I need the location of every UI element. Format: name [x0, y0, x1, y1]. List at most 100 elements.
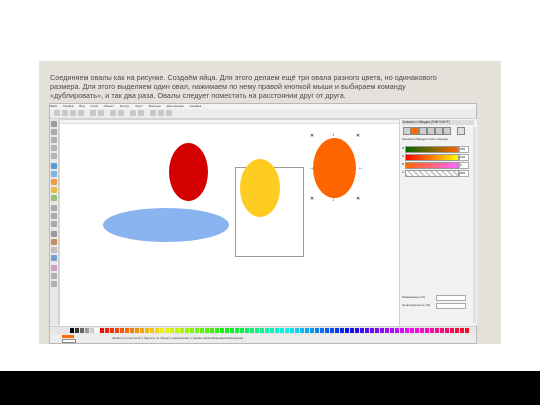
menu-item-edit[interactable]: Правка: [63, 104, 73, 108]
menu-item-view[interactable]: Вид: [79, 104, 84, 108]
spray-tool-icon[interactable]: [51, 239, 57, 245]
menu-item-text[interactable]: Текст: [135, 104, 143, 108]
palette-swatch[interactable]: [420, 328, 424, 333]
palette-swatch[interactable]: [100, 328, 104, 333]
unset-paint-button[interactable]: [457, 127, 465, 135]
palette-swatch[interactable]: [90, 328, 94, 333]
red-oval[interactable]: [169, 143, 208, 201]
menu-item-extensions[interactable]: Дополнения: [167, 104, 184, 108]
selection-handle-top-left[interactable]: ✕: [310, 134, 314, 139]
status-stroke-indicator[interactable]: [62, 339, 76, 343]
selection-handle-top-right[interactable]: ✕: [356, 134, 360, 139]
palette-swatch[interactable]: [290, 328, 294, 333]
g-value[interactable]: 102: [459, 154, 469, 161]
palette-swatch[interactable]: [205, 328, 209, 333]
palette-swatch[interactable]: [295, 328, 299, 333]
palette-swatch[interactable]: [425, 328, 429, 333]
connector-tool-icon[interactable]: [51, 281, 57, 287]
ellipse-tool-icon[interactable]: [51, 179, 57, 185]
palette-swatch[interactable]: [280, 328, 284, 333]
spiral-tool-icon[interactable]: [51, 195, 57, 201]
orange-oval[interactable]: [313, 138, 356, 198]
node-tool-icon[interactable]: [51, 129, 57, 135]
selection-handle-bottom-right[interactable]: ✕: [356, 197, 360, 202]
selection-handle-left[interactable]: ↔: [309, 166, 314, 171]
palette-swatch[interactable]: [315, 328, 319, 333]
selection-handle-bottom-left[interactable]: ✕: [310, 197, 314, 202]
measure-tool-icon[interactable]: [51, 153, 57, 159]
palette-swatch[interactable]: [120, 328, 124, 333]
status-fill-indicator[interactable]: [62, 335, 74, 338]
palette-swatch[interactable]: [115, 328, 119, 333]
palette-swatch[interactable]: [375, 328, 379, 333]
eraser-tool-icon[interactable]: [51, 247, 57, 253]
palette-swatch[interactable]: [310, 328, 314, 333]
yellow-oval[interactable]: [240, 159, 280, 217]
palette-swatch[interactable]: [230, 328, 234, 333]
drawing-canvas[interactable]: ✕ ↕ ✕ ↔ ↔ ✕ ↕ ✕: [59, 119, 400, 327]
palette-swatch[interactable]: [130, 328, 134, 333]
b-value[interactable]: 0: [459, 162, 469, 169]
palette-swatch[interactable]: [245, 328, 249, 333]
text-tool-icon[interactable]: [51, 231, 57, 237]
palette-swatch[interactable]: [285, 328, 289, 333]
palette-swatch[interactable]: [460, 328, 464, 333]
palette-swatch[interactable]: [370, 328, 374, 333]
palette-swatch[interactable]: [410, 328, 414, 333]
star-tool-icon[interactable]: [51, 187, 57, 193]
save-icon[interactable]: [70, 110, 76, 116]
palette-swatch[interactable]: [155, 328, 159, 333]
palette-swatch[interactable]: [80, 328, 84, 333]
palette-swatch[interactable]: [355, 328, 359, 333]
redo-icon[interactable]: [98, 110, 104, 116]
menu-item-filters[interactable]: Фильтры: [149, 104, 161, 108]
ungroup-icon[interactable]: [138, 110, 144, 116]
radial-gradient-button[interactable]: [427, 127, 435, 135]
palette-swatch[interactable]: [200, 328, 204, 333]
flat-color-button[interactable]: [411, 127, 419, 135]
palette-swatch[interactable]: [390, 328, 394, 333]
palette-swatch[interactable]: [330, 328, 334, 333]
palette-swatch[interactable]: [85, 328, 89, 333]
palette-swatch[interactable]: [185, 328, 189, 333]
palette-swatch[interactable]: [385, 328, 389, 333]
palette-swatch[interactable]: [220, 328, 224, 333]
zoom-in-icon[interactable]: [110, 110, 116, 116]
alpha-slider[interactable]: [405, 170, 459, 177]
swatch-button[interactable]: [443, 127, 451, 135]
a-value[interactable]: 255: [459, 170, 469, 177]
palette-swatch[interactable]: [435, 328, 439, 333]
palette-swatch[interactable]: [360, 328, 364, 333]
palette-swatch[interactable]: [210, 328, 214, 333]
palette-swatch[interactable]: [450, 328, 454, 333]
palette-swatch[interactable]: [160, 328, 164, 333]
palette-swatch[interactable]: [110, 328, 114, 333]
palette-swatch[interactable]: [275, 328, 279, 333]
open-icon[interactable]: [62, 110, 68, 116]
zoom-out-icon[interactable]: [118, 110, 124, 116]
palette-swatch[interactable]: [365, 328, 369, 333]
palette-swatch[interactable]: [335, 328, 339, 333]
gradient-tool-icon[interactable]: [51, 265, 57, 271]
palette-swatch[interactable]: [170, 328, 174, 333]
palette-swatch[interactable]: [350, 328, 354, 333]
opacity-input[interactable]: [436, 303, 466, 309]
palette-swatch[interactable]: [405, 328, 409, 333]
zoom-tool-icon[interactable]: [51, 145, 57, 151]
r-value[interactable]: 255: [459, 146, 469, 153]
3d-box-tool-icon[interactable]: [51, 171, 57, 177]
palette-swatch[interactable]: [455, 328, 459, 333]
menu-item-file[interactable]: Файл: [50, 104, 57, 108]
blue-plate-oval[interactable]: [103, 208, 229, 242]
print-icon[interactable]: [78, 110, 84, 116]
dropper-tool-icon[interactable]: [51, 273, 57, 279]
fill-stroke-icon[interactable]: [150, 110, 156, 116]
palette-swatch[interactable]: [150, 328, 154, 333]
pattern-button[interactable]: [435, 127, 443, 135]
palette-swatch[interactable]: [95, 328, 99, 333]
g-slider[interactable]: [405, 154, 459, 161]
align-icon[interactable]: [166, 110, 172, 116]
palette-swatch[interactable]: [300, 328, 304, 333]
palette-swatch[interactable]: [75, 328, 79, 333]
palette-swatch[interactable]: [465, 328, 469, 333]
